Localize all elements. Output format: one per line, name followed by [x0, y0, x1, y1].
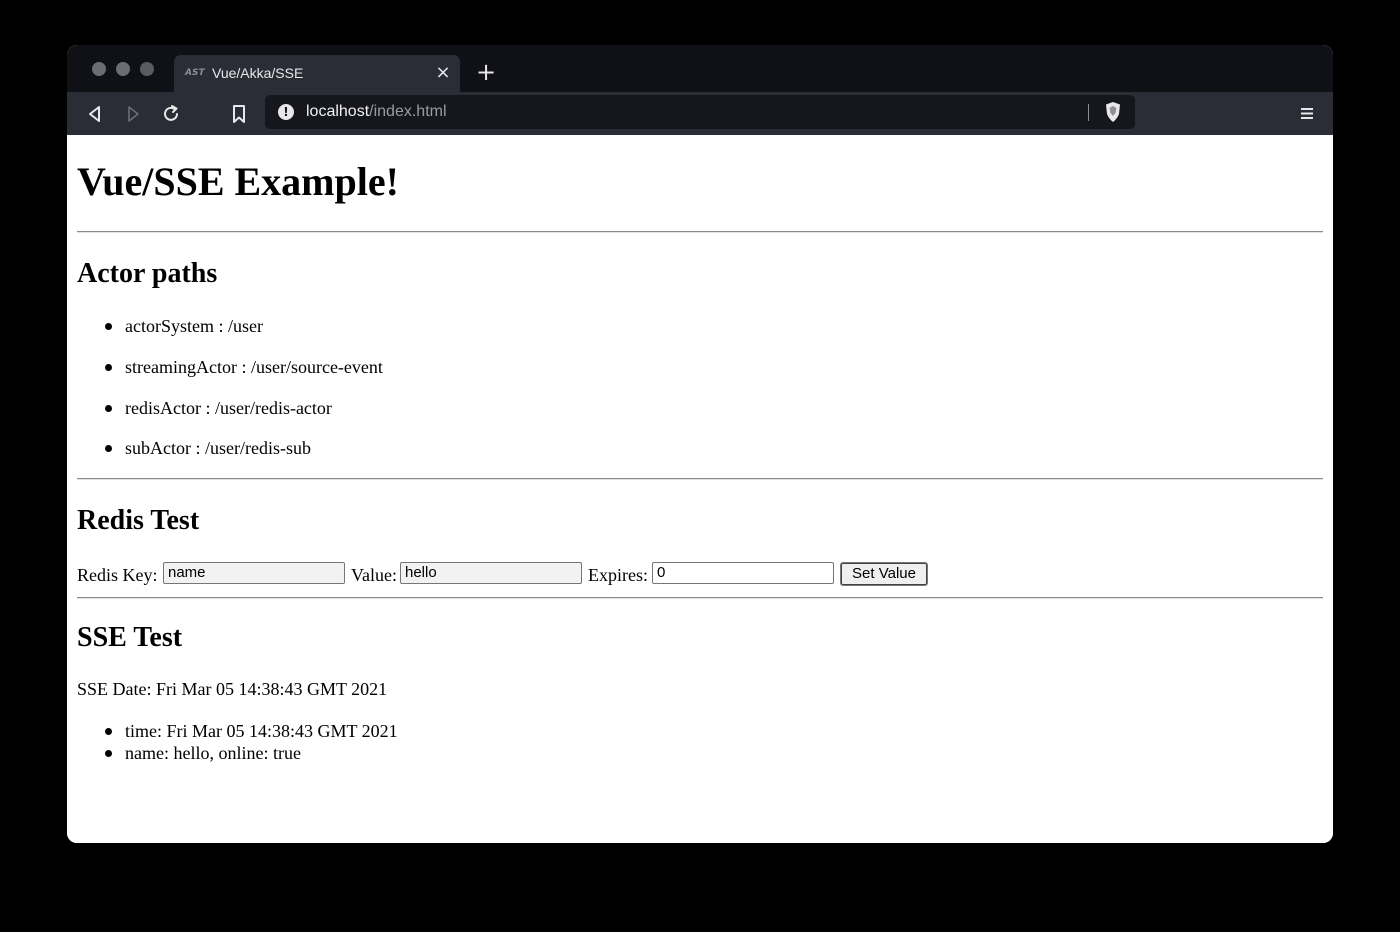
- expires-input[interactable]: [652, 562, 834, 584]
- bullet-icon: [105, 405, 112, 412]
- sse-test-heading: SSE Test: [77, 622, 183, 653]
- divider: [77, 231, 1323, 233]
- redis-key-label: Redis Key:: [77, 565, 158, 585]
- tab-active[interactable]: AST Vue/Akka/SSE ×: [174, 55, 460, 92]
- favicon-icon: AST: [185, 68, 205, 78]
- actor-path-text: streamingActor : /user/source-event: [125, 357, 383, 377]
- value-label: Value:: [351, 565, 397, 585]
- redis-key-input[interactable]: [163, 562, 345, 584]
- address-bar-divider: [1088, 104, 1089, 121]
- address-bar[interactable]: ! localhost/index.html: [265, 95, 1135, 129]
- page-content: Vue/SSE Example! Actor paths actorSystem…: [67, 135, 1333, 843]
- close-tab-icon[interactable]: ×: [434, 64, 452, 82]
- bookmark-icon[interactable]: [228, 103, 250, 125]
- divider: [77, 597, 1323, 599]
- divider: [77, 478, 1323, 480]
- bullet-icon: [105, 445, 112, 452]
- maximize-window-button[interactable]: [140, 62, 154, 76]
- minimize-window-button[interactable]: [116, 62, 130, 76]
- actor-path-text: redisActor : /user/redis-actor: [125, 398, 332, 418]
- expires-label: Expires:: [588, 565, 648, 585]
- reload-icon[interactable]: [160, 103, 182, 125]
- actor-path-text: actorSystem : /user: [125, 316, 263, 336]
- sse-date-text: SSE Date: Fri Mar 05 14:38:43 GMT 2021: [77, 679, 388, 699]
- bullet-icon: [105, 750, 112, 757]
- url-host: localhost: [306, 103, 370, 120]
- url-text[interactable]: localhost/index.html: [306, 102, 447, 122]
- tab-title: Vue/Akka/SSE: [212, 65, 304, 81]
- info-icon[interactable]: !: [278, 104, 294, 120]
- sse-event-text: name: hello, online: true: [125, 743, 301, 763]
- bullet-icon: [105, 323, 112, 330]
- brave-shield-icon[interactable]: [1103, 101, 1123, 123]
- back-icon[interactable]: [84, 103, 106, 125]
- toolbar: ! localhost/index.html: [67, 92, 1333, 135]
- browser-window: AST Vue/Akka/SSE × + ! localhost/index.h…: [67, 45, 1333, 843]
- tab-bar: AST Vue/Akka/SSE × +: [67, 45, 1333, 92]
- bullet-icon: [105, 728, 112, 735]
- actor-paths-heading: Actor paths: [77, 258, 218, 289]
- redis-test-heading: Redis Test: [77, 505, 200, 536]
- close-window-button[interactable]: [92, 62, 106, 76]
- menu-icon[interactable]: [1299, 103, 1315, 123]
- sse-event-text: time: Fri Mar 05 14:38:43 GMT 2021: [125, 721, 398, 741]
- new-tab-button[interactable]: +: [475, 60, 497, 84]
- set-value-button[interactable]: Set Value: [840, 562, 928, 586]
- forward-icon[interactable]: [122, 103, 144, 125]
- actor-path-text: subActor : /user/redis-sub: [125, 438, 311, 458]
- url-path: /index.html: [369, 103, 447, 120]
- bullet-icon: [105, 364, 112, 371]
- page-title: Vue/SSE Example!: [77, 159, 399, 204]
- redis-value-input[interactable]: [400, 562, 582, 584]
